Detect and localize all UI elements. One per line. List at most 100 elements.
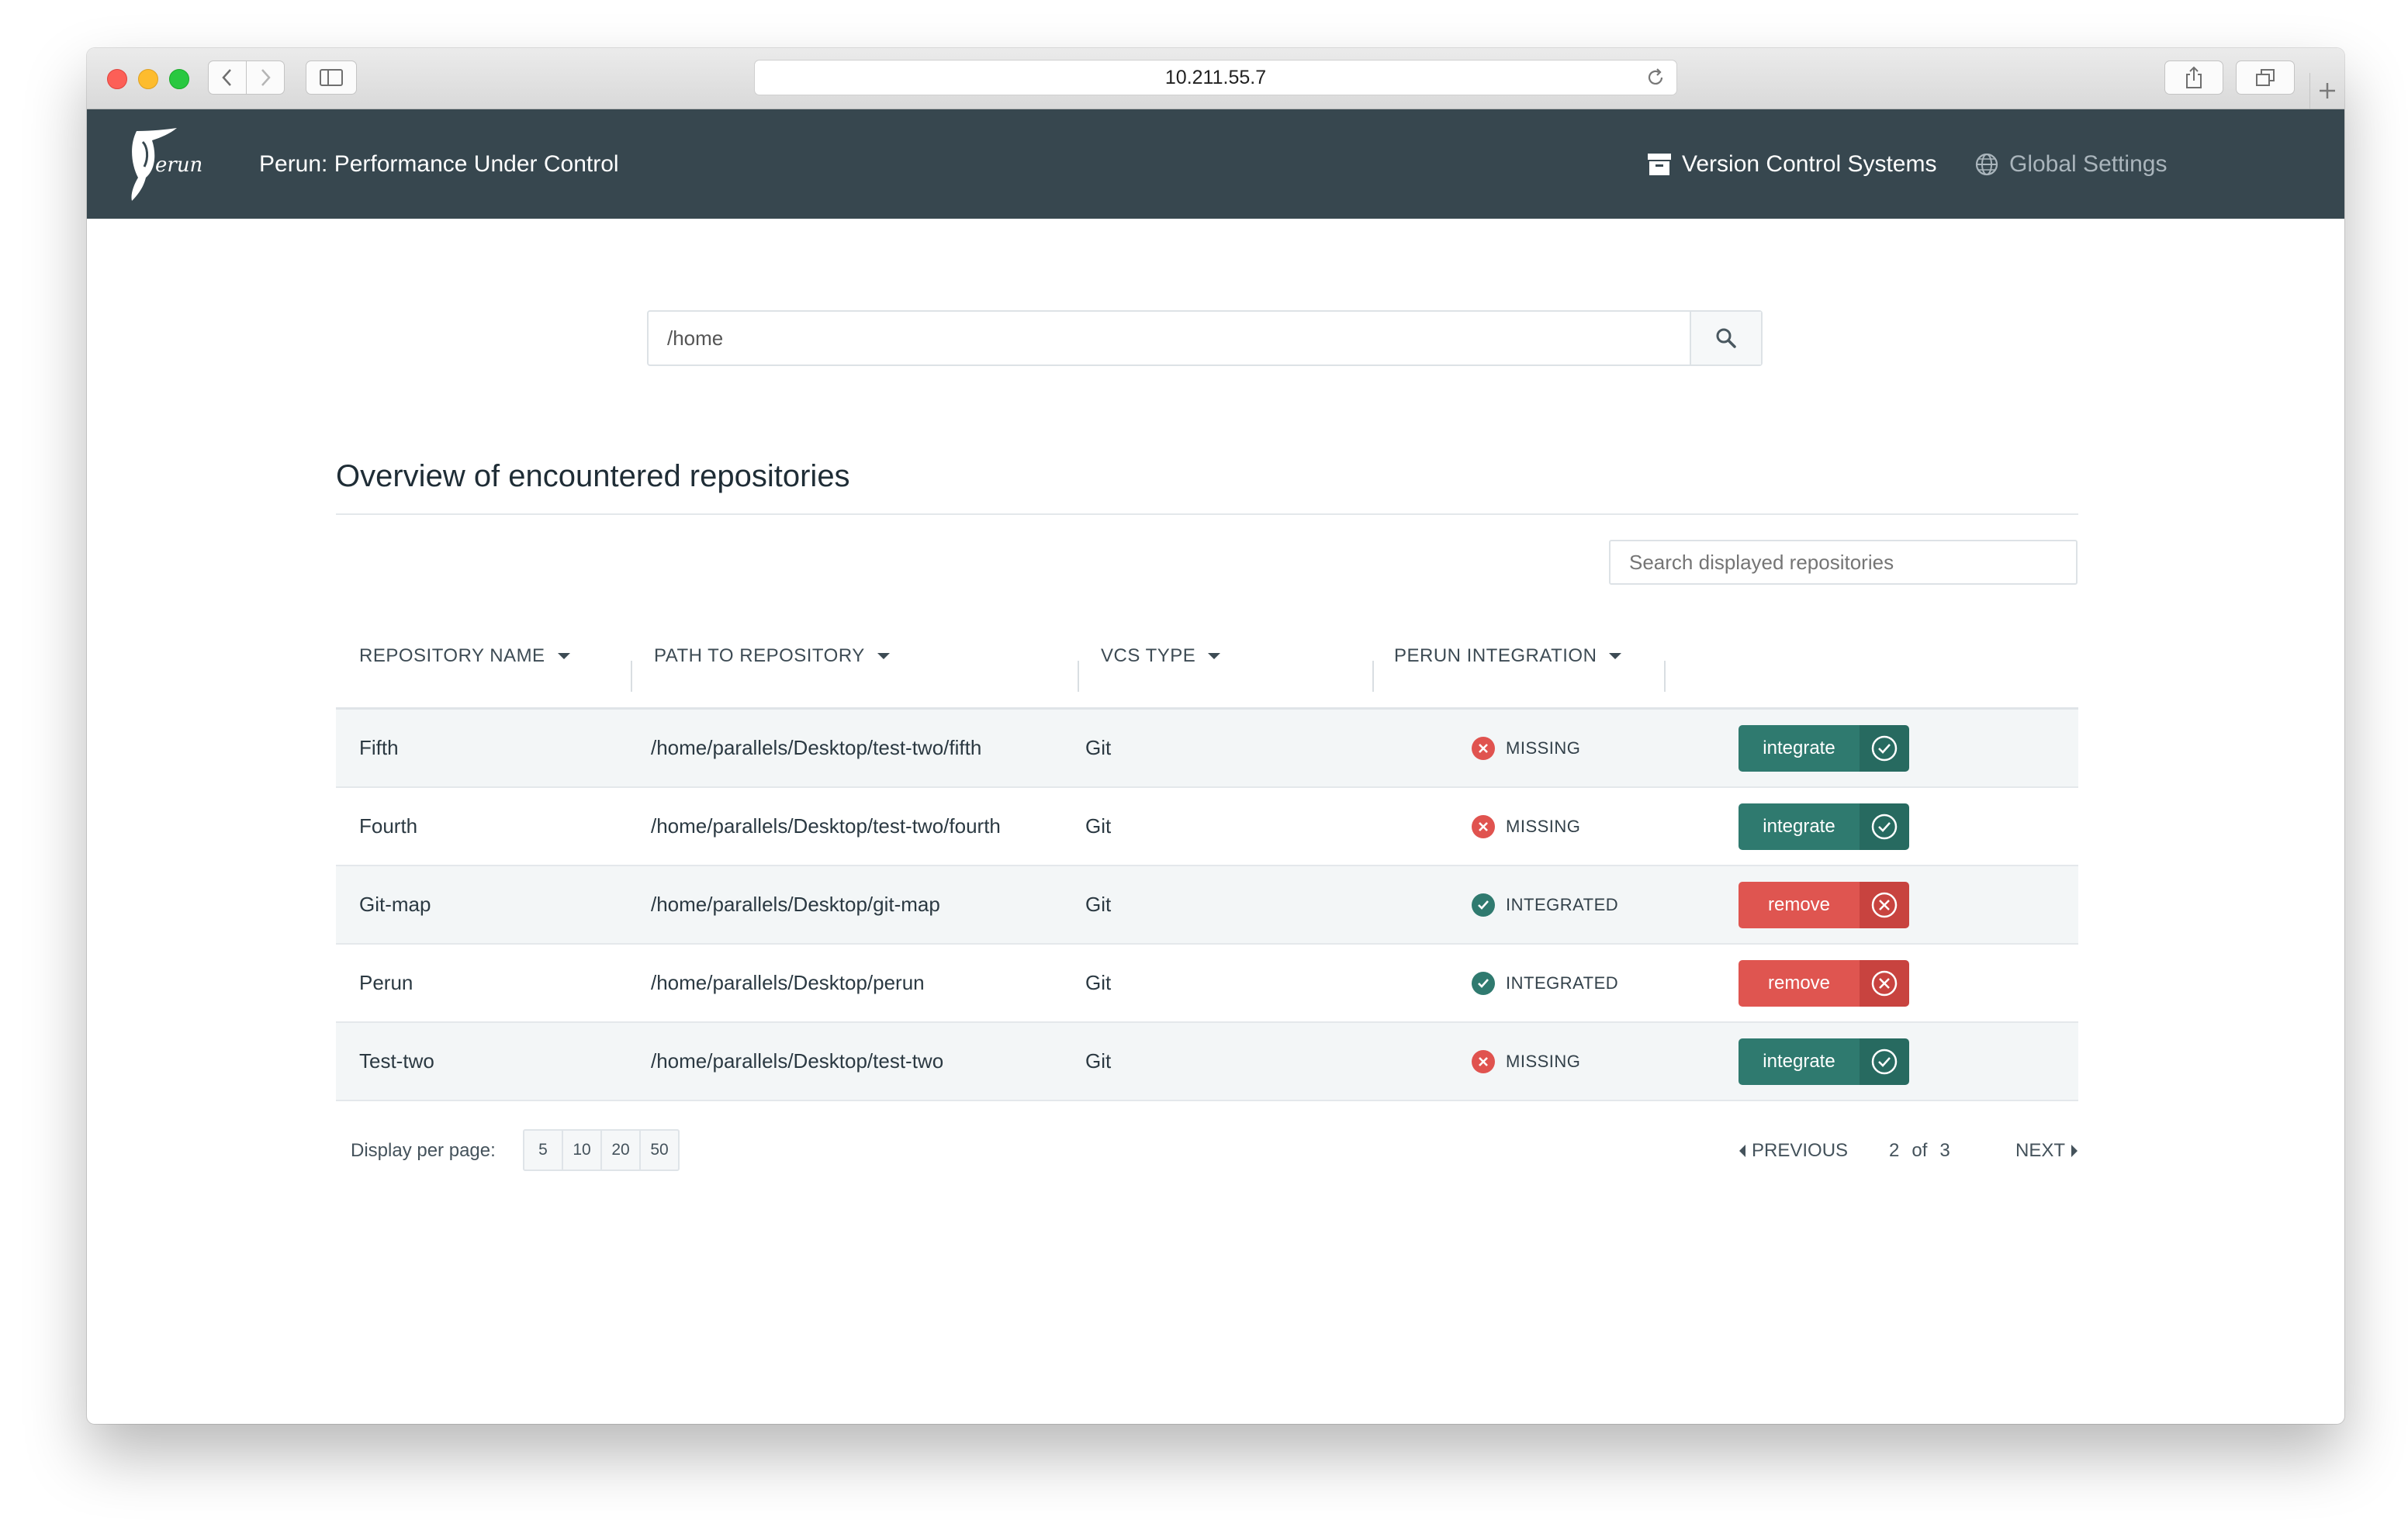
path-search-input[interactable]: [649, 312, 1691, 364]
sidebar-toggle-button[interactable]: [306, 60, 357, 95]
table-row: Test-two /home/parallels/Desktop/test-tw…: [336, 1023, 2078, 1101]
column-header-label: VCS TYPE: [1101, 644, 1196, 666]
remove-button-label: remove: [1739, 881, 1860, 928]
error-circle-icon: [1472, 736, 1495, 760]
next-label: NEXT: [2015, 1140, 2066, 1161]
zoom-window-button[interactable]: [169, 69, 189, 89]
share-button[interactable]: [2164, 60, 2223, 95]
per-page-label: Display per page:: [351, 1140, 496, 1161]
status-label: INTEGRATED: [1506, 973, 1619, 993]
error-circle-icon: [1472, 1049, 1495, 1073]
x-circle-icon: [1860, 881, 1909, 928]
nav-vcs-label: Version Control Systems: [1682, 150, 1937, 177]
column-header-path[interactable]: PATH TO REPOSITORY: [654, 606, 890, 705]
svg-text:erun: erun: [155, 154, 202, 177]
column-header-perun-integration[interactable]: PERUN INTEGRATION: [1394, 606, 1622, 705]
vcs-type: Git: [1085, 1049, 1112, 1073]
per-page-option[interactable]: 50: [641, 1131, 678, 1170]
forward-button[interactable]: [246, 60, 285, 95]
check-circle-icon: [1860, 724, 1909, 772]
table-row: Perun /home/parallels/Desktop/perun Git …: [336, 945, 2078, 1023]
nav-version-control-systems[interactable]: Version Control Systems: [1648, 109, 1936, 219]
check-circle-icon: [1472, 893, 1495, 917]
repository-name: Fifth: [359, 736, 399, 759]
perun-logo[interactable]: erun: [121, 123, 214, 204]
next-page-button[interactable]: NEXT: [2015, 1140, 2078, 1162]
per-page-option[interactable]: 5: [524, 1131, 563, 1170]
vcs-type: Git: [1085, 971, 1112, 994]
caret-left-icon: [1739, 1145, 1745, 1157]
new-tab-button[interactable]: [2309, 73, 2344, 109]
address-text: 10.211.55.7: [1164, 66, 1267, 88]
column-separator: [1372, 661, 1374, 692]
check-circle-icon: [1860, 803, 1909, 850]
per-page-option[interactable]: 10: [563, 1131, 602, 1170]
reload-icon[interactable]: [1645, 67, 1666, 88]
status-label: MISSING: [1506, 738, 1581, 758]
x-circle-icon: [1860, 959, 1909, 1007]
chevron-right-icon: [261, 69, 271, 86]
repository-name: Test-two: [359, 1049, 434, 1073]
show-tabs-button[interactable]: [2236, 60, 2295, 95]
row-action: remove: [1739, 866, 1909, 943]
plus-icon: [2320, 83, 2335, 98]
integrate-button[interactable]: integrate: [1739, 1038, 1909, 1085]
tabs-icon: [2256, 69, 2275, 86]
vcs-type: Git: [1085, 736, 1112, 759]
address-bar[interactable]: 10.211.55.7: [754, 60, 1677, 95]
per-page-option[interactable]: 20: [602, 1131, 641, 1170]
column-header-label: PATH TO REPOSITORY: [654, 644, 865, 666]
integrate-button-label: integrate: [1739, 803, 1860, 850]
browser-toolbar: 10.211.55.7: [87, 48, 2344, 109]
page-indicator: 2 of 3: [1889, 1140, 1950, 1162]
column-header-vcs-type[interactable]: VCS TYPE: [1101, 606, 1221, 705]
remove-button[interactable]: remove: [1739, 959, 1909, 1007]
column-separator: [1664, 661, 1666, 692]
error-circle-icon: [1472, 814, 1495, 838]
status-label: MISSING: [1506, 816, 1581, 836]
caret-right-icon: [2071, 1145, 2078, 1157]
integrate-button[interactable]: integrate: [1739, 803, 1909, 850]
app-navbar: erun Perun: Performance Under Control Ve…: [87, 109, 2344, 219]
caret-down-icon: [877, 652, 890, 659]
share-icon: [2186, 66, 2202, 88]
integrate-button-label: integrate: [1739, 724, 1860, 772]
repository-name: Perun: [359, 971, 413, 994]
previous-label: PREVIOUS: [1752, 1140, 1849, 1161]
integrate-button[interactable]: integrate: [1739, 724, 1909, 772]
globe-icon: [1975, 153, 1998, 175]
status-label: MISSING: [1506, 1051, 1581, 1071]
browser-window: 10.211.55.7 erun Perun: Performance Unde…: [87, 48, 2344, 1424]
minimize-window-button[interactable]: [138, 69, 158, 89]
column-header-repository-name[interactable]: REPOSITORY NAME: [359, 606, 570, 705]
remove-button[interactable]: remove: [1739, 881, 1909, 928]
row-action: integrate: [1739, 710, 1909, 786]
caret-down-icon: [557, 652, 570, 659]
chevron-left-icon: [222, 69, 231, 86]
divider: [336, 513, 2078, 515]
previous-page-button[interactable]: PREVIOUS: [1739, 1140, 1848, 1162]
page-of-label: of: [1912, 1140, 1928, 1161]
integration-status: MISSING: [1472, 710, 1580, 786]
back-button[interactable]: [208, 60, 247, 95]
repository-path: /home/parallels/Desktop/test-two/fourth: [651, 814, 1001, 838]
repository-filter-input[interactable]: [1609, 540, 2078, 585]
check-circle-icon: [1472, 971, 1495, 995]
remove-button-label: remove: [1739, 959, 1860, 1007]
row-action: remove: [1739, 945, 1909, 1021]
total-pages: 3: [1939, 1140, 1950, 1161]
close-window-button[interactable]: [107, 69, 127, 89]
nav-global-settings-label: Global Settings: [2009, 150, 2168, 177]
repositories-table: REPOSITORY NAME PATH TO REPOSITORY VCS T…: [336, 606, 2078, 1101]
column-separator: [1078, 661, 1079, 692]
vcs-type: Git: [1085, 893, 1112, 916]
app-brand[interactable]: Perun: Performance Under Control: [259, 109, 619, 219]
path-search-button[interactable]: [1690, 312, 1761, 364]
nav-global-settings[interactable]: Global Settings: [1975, 109, 2167, 219]
current-page: 2: [1889, 1140, 1900, 1161]
integrate-button-label: integrate: [1739, 1038, 1860, 1085]
repository-path: /home/parallels/Desktop/perun: [651, 971, 925, 994]
caret-down-icon: [1208, 652, 1221, 659]
integration-status: INTEGRATED: [1472, 945, 1618, 1021]
search-icon: [1716, 328, 1736, 348]
